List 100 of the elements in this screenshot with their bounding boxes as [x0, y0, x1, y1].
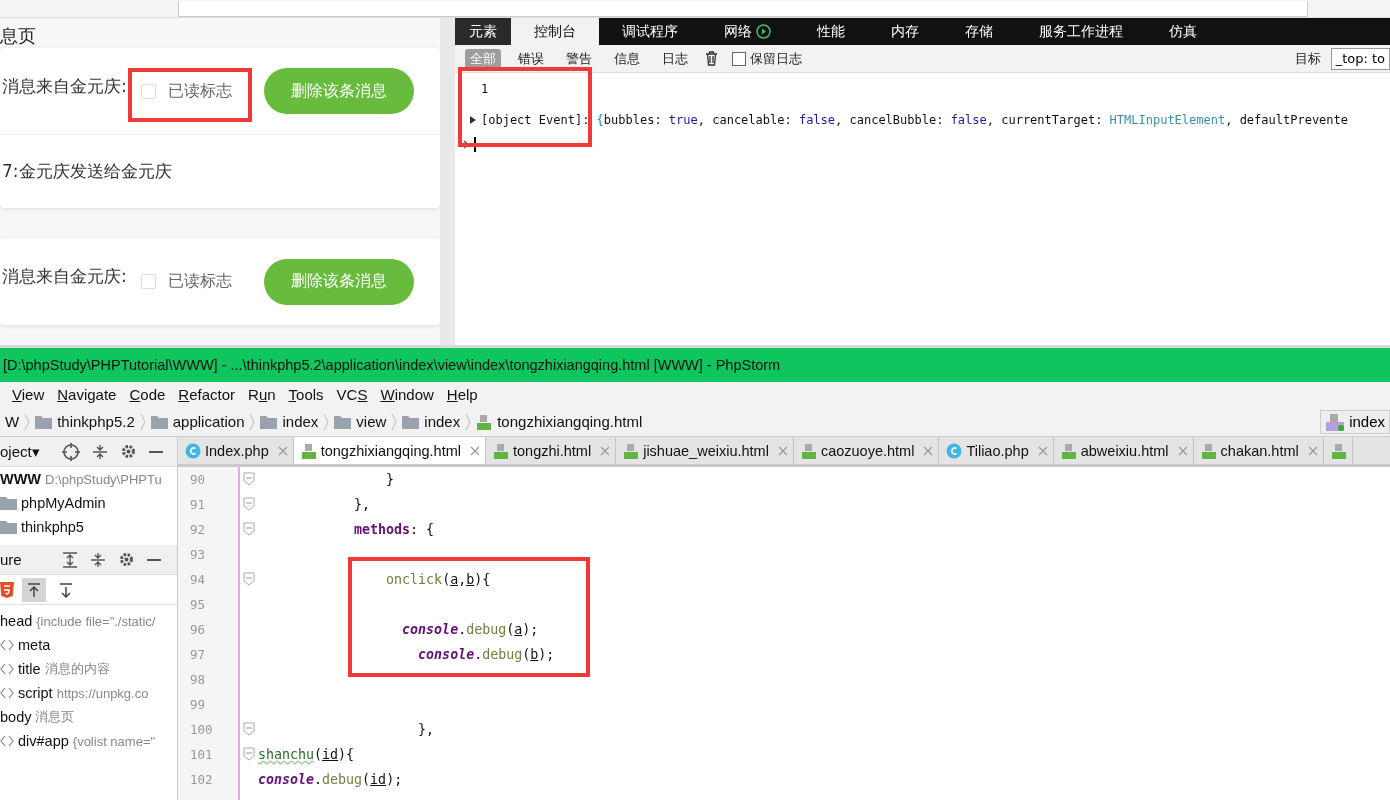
project-dropdown[interactable]: oject▾ [0, 442, 50, 461]
folder-icon [334, 414, 352, 429]
tag-icon [0, 663, 14, 675]
html-file-icon [300, 442, 317, 459]
close-icon[interactable] [277, 445, 288, 456]
line-number: 98 [189, 671, 207, 689]
sort-up-button[interactable] [22, 577, 46, 602]
devtools-tab[interactable]: 元素 [455, 18, 511, 45]
breadcrumb-item[interactable]: index [397, 413, 466, 430]
tag-icon [0, 687, 14, 699]
html-file-icon [1200, 442, 1217, 459]
address-field[interactable] [178, 1, 1308, 17]
close-icon[interactable] [777, 445, 788, 456]
nav-file-button[interactable]: index [1320, 409, 1390, 434]
filter-button[interactable]: 警告 [561, 48, 597, 69]
collapse-icon[interactable] [90, 551, 106, 568]
read-checkbox[interactable] [140, 83, 156, 99]
menu-item[interactable]: VCS [336, 386, 368, 403]
class-icon [185, 442, 201, 459]
structure-tree-item[interactable]: div#app {volist name=" [0, 729, 177, 753]
tag-icon [0, 735, 14, 747]
html-file-icon [1060, 442, 1077, 459]
fold-marker-icon[interactable] [243, 572, 255, 586]
html-file-icon [1330, 442, 1347, 459]
project-tree-item[interactable]: phpMyAdmin [0, 491, 177, 515]
breadcrumb-item[interactable]: thinkphp5.2 [30, 413, 140, 430]
chevron-icon [465, 412, 472, 431]
trash-icon[interactable] [705, 51, 718, 66]
settings-icon[interactable] [118, 551, 135, 568]
close-icon[interactable] [1307, 445, 1318, 456]
arrow-up-icon [26, 581, 42, 598]
chevron-icon [249, 412, 256, 431]
project-tree-item[interactable]: thinkphp5 [0, 515, 177, 539]
structure-tree-item[interactable]: head {include file="./static/ [0, 609, 177, 633]
window-title: [D:\phpStudy\PHPTutorial\WWW] - ...\thinkphp5.2\application\index\view\index\tongzhixiangqing.html [WWW] - PhpStorm [0, 348, 1390, 382]
breadcrumb-item[interactable]: application [145, 413, 250, 430]
read-label: 已读标志 [167, 271, 232, 292]
fold-marker-icon[interactable] [243, 472, 255, 486]
editor-tab[interactable]: tongzhixiangqing.html [293, 437, 486, 464]
target-icon[interactable] [62, 442, 80, 461]
html-file-icon [476, 413, 493, 430]
expand-triangle-icon[interactable] [469, 114, 477, 125]
html-file-icon [800, 442, 817, 459]
line-number: 101 [189, 746, 214, 764]
menu-item[interactable]: Run [248, 386, 276, 403]
breadcrumb-item[interactable]: index [255, 413, 324, 430]
menu-item[interactable]: Help [446, 386, 478, 403]
menu-item[interactable]: Refactor [178, 386, 236, 403]
breadcrumb-item[interactable]: view [329, 413, 392, 430]
close-icon[interactable] [1037, 445, 1048, 456]
structure-tree-item[interactable]: meta [0, 633, 177, 657]
structure-tree-item[interactable]: title 消息的内容 [0, 657, 177, 681]
line-number: 100 [189, 721, 214, 739]
read-checkbox[interactable] [140, 274, 156, 289]
fold-marker-icon[interactable] [243, 522, 255, 536]
arrow-down-icon [58, 581, 74, 598]
structure-tree-item[interactable]: script https://unpkg.co [0, 681, 177, 705]
structure-tree-item[interactable]: body 消息页 [0, 705, 177, 729]
breadcrumb-item[interactable]: W [0, 413, 25, 430]
target-select[interactable]: _top: to [1330, 47, 1390, 70]
code-line: methods: { [258, 517, 1390, 542]
tag-icon [0, 639, 14, 651]
menu-item[interactable]: Window [380, 386, 434, 403]
code-line: } [258, 467, 1390, 492]
chevron-icon [139, 412, 146, 431]
project-tree-item[interactable]: WWW D:\phpStudy\PHPTu [0, 467, 177, 491]
line-number: 92 [189, 521, 207, 539]
message-text: 7:金元庆发送给金元庆 [2, 160, 172, 183]
code-line: }, [258, 492, 1390, 517]
close-icon[interactable] [600, 445, 611, 456]
menu-item[interactable]: Tools [288, 386, 324, 403]
devtools-tab[interactable]: 控制台 [511, 18, 599, 45]
structure-label: ure [0, 551, 23, 568]
close-icon[interactable] [469, 445, 480, 456]
line-number: 93 [189, 546, 207, 564]
filter-button[interactable]: 信息 [609, 48, 645, 69]
menu-item[interactable]: Navigate [57, 386, 117, 403]
menu-item[interactable]: View [12, 386, 45, 403]
code-line: onclick(a,b){ [258, 567, 1390, 592]
collapse-icon[interactable] [92, 443, 108, 460]
fold-marker-icon[interactable] [243, 747, 255, 761]
line-number: 90 [189, 471, 207, 489]
settings-icon[interactable] [120, 443, 137, 460]
expand-all-icon[interactable] [62, 551, 78, 568]
folder-icon [402, 414, 420, 429]
breadcrumb-item[interactable]: tongzhixiangqing.html [471, 413, 648, 430]
folder-icon [35, 414, 53, 429]
close-icon[interactable] [923, 445, 934, 456]
preserve-log-checkbox[interactable] [732, 51, 746, 66]
filter-button[interactable]: 日志 [657, 48, 693, 69]
fold-marker-icon[interactable] [243, 497, 255, 511]
console-line: 1 [480, 80, 490, 98]
line-number: 97 [189, 646, 207, 664]
menu-item[interactable]: Code [129, 386, 166, 403]
close-icon[interactable] [1177, 445, 1188, 456]
line-number: 94 [189, 571, 207, 589]
filter-button[interactable]: 错误 [513, 48, 549, 69]
line-number: 91 [189, 496, 207, 514]
fold-marker-icon[interactable] [243, 722, 255, 736]
chevron-icon [323, 412, 330, 431]
